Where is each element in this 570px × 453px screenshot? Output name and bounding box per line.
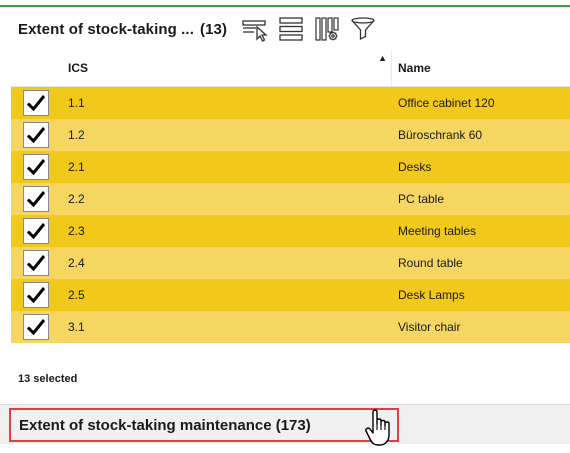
grid-header-row: ICS ▲ Name xyxy=(11,50,570,87)
list-view-icon[interactable] xyxy=(277,15,305,43)
table-row[interactable]: 2.4 Round table xyxy=(11,247,570,279)
table-row[interactable]: 1.2 Büroschrank 60 xyxy=(11,119,570,151)
row-check-cell xyxy=(11,87,60,119)
ics-cell: 3.1 xyxy=(68,320,85,334)
row-check-cell xyxy=(11,151,60,183)
panel-top-rule xyxy=(0,5,570,7)
row-checkbox[interactable] xyxy=(22,186,49,212)
checkmark-icon xyxy=(26,255,45,272)
name-cell: Desk Lamps xyxy=(398,288,465,302)
row-check-cell xyxy=(11,119,60,151)
column-settings-icon[interactable] xyxy=(313,15,341,43)
sort-ascending-icon: ▲ xyxy=(378,53,387,63)
ics-cell: 2.1 xyxy=(68,160,85,174)
ics-cell: 1.1 xyxy=(68,96,85,110)
row-check-cell xyxy=(11,311,60,343)
row-check-cell xyxy=(11,183,60,215)
select-rows-icon[interactable] xyxy=(241,15,269,43)
checkmark-icon xyxy=(26,319,45,336)
panel-title-text: Extent of stock-taking ... xyxy=(18,20,194,38)
table-row[interactable]: 2.3 Meeting tables xyxy=(11,215,570,247)
items-grid: ICS ▲ Name 1.1 Office cabinet 120 1.2 Bü… xyxy=(11,50,570,343)
column-header-name[interactable]: Name xyxy=(392,50,570,86)
panel-title-count: (13) xyxy=(199,20,228,38)
ics-cell: 2.2 xyxy=(68,192,85,206)
column-header-ics-label: ICS xyxy=(68,61,89,75)
name-cell: Round table xyxy=(398,256,463,270)
panel-header: Extent of stock-taking ... (13) xyxy=(0,10,570,48)
row-checkbox[interactable] xyxy=(22,122,49,148)
selected-count: 13 selected xyxy=(18,373,78,385)
checkmark-icon xyxy=(26,191,45,208)
name-cell: Office cabinet 120 xyxy=(398,96,495,110)
row-checkbox[interactable] xyxy=(22,90,49,116)
table-row[interactable]: 2.2 PC table xyxy=(11,183,570,215)
column-header-name-label: Name xyxy=(398,61,431,75)
row-checkbox[interactable] xyxy=(22,218,49,244)
checkmark-icon xyxy=(26,159,45,176)
checkmark-icon xyxy=(26,287,45,304)
panel-title: Extent of stock-taking ... (13) xyxy=(0,21,227,38)
row-checkbox[interactable] xyxy=(22,282,49,308)
panel-toolbar xyxy=(241,15,377,43)
ics-cell: 2.5 xyxy=(68,288,85,302)
row-checkbox[interactable] xyxy=(22,154,49,180)
column-header-ics[interactable]: ICS ▲ xyxy=(60,50,392,86)
filter-icon[interactable] xyxy=(349,15,377,43)
name-cell: Desks xyxy=(398,160,432,174)
ics-cell: 2.3 xyxy=(68,224,85,238)
row-checkbox[interactable] xyxy=(22,314,49,340)
row-check-cell xyxy=(11,215,60,247)
ics-cell: 1.2 xyxy=(68,128,85,142)
table-row[interactable]: 2.1 Desks xyxy=(11,151,570,183)
maintenance-panel-header: Extent of stock-taking maintenance (173) xyxy=(0,404,570,444)
checkmark-icon xyxy=(26,223,45,240)
name-cell: PC table xyxy=(398,192,445,206)
name-cell: Visitor chair xyxy=(398,320,461,334)
checkmark-icon xyxy=(26,95,45,112)
row-checkbox[interactable] xyxy=(22,250,49,276)
hand-pointer-cursor-icon xyxy=(365,409,390,446)
maintenance-panel-title[interactable]: Extent of stock-taking maintenance (173) xyxy=(9,408,399,442)
name-cell: Meeting tables xyxy=(398,224,477,238)
table-row[interactable]: 3.1 Visitor chair xyxy=(11,311,570,343)
header-check-column xyxy=(11,50,60,86)
ics-cell: 2.4 xyxy=(68,256,85,270)
checkmark-icon xyxy=(26,127,45,144)
row-check-cell xyxy=(11,247,60,279)
name-cell: Büroschrank 60 xyxy=(398,128,483,142)
table-row[interactable]: 2.5 Desk Lamps xyxy=(11,279,570,311)
row-check-cell xyxy=(11,279,60,311)
table-row[interactable]: 1.1 Office cabinet 120 xyxy=(11,87,570,119)
